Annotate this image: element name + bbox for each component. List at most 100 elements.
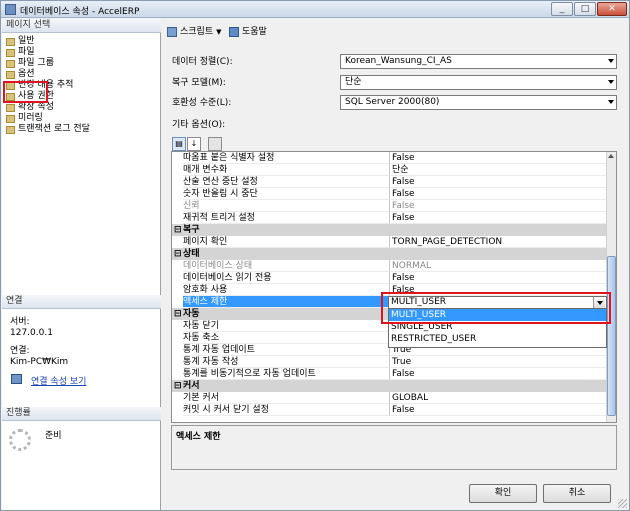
view-connection-properties-link[interactable]: 연결 속성 보기: [31, 374, 86, 387]
help-label: 도움말: [242, 27, 267, 37]
grid-row[interactable]: 신뢰 False: [172, 200, 606, 212]
server-value: 127.0.0.1: [10, 328, 53, 338]
property-name: 재귀적 트리거 설정: [183, 212, 389, 224]
collapse-icon[interactable]: ⊟: [174, 308, 182, 320]
property-value[interactable]: TORN_PAGE_DETECTION: [389, 236, 606, 248]
recovery-model-label: 복구 모델(M):: [172, 78, 226, 88]
page-item-label: 미러링: [18, 113, 43, 123]
property-value[interactable]: False: [389, 272, 606, 284]
page-item-mirroring[interactable]: 미러링: [6, 113, 43, 124]
property-name: 데이터베이스 상태: [183, 260, 389, 272]
category-row-state[interactable]: ⊟상태: [172, 248, 606, 260]
property-name: 통계 자동 작성: [183, 356, 389, 368]
collation-select[interactable]: Korean_Wansung_CI_AS: [340, 54, 617, 69]
grid-row[interactable]: 통계를 비동기적으로 자동 업데이트 False: [172, 368, 606, 380]
property-name: 암호화 사용: [183, 284, 389, 296]
property-value: NORMAL: [389, 260, 606, 272]
toolbar: 스크립트 ▼ 도움말: [162, 19, 629, 45]
page-item-options[interactable]: 옵션: [6, 69, 35, 80]
alphabetical-sort-button[interactable]: ↓: [187, 137, 201, 151]
page-item-filegroups[interactable]: 파일 그룹: [6, 58, 54, 69]
close-button[interactable]: ✕: [597, 2, 627, 16]
grid-row[interactable]: 페이지 확인 TORN_PAGE_DETECTION: [172, 236, 606, 248]
grid-scrollbar-thumb[interactable]: [607, 256, 616, 416]
collapse-icon[interactable]: ⊟: [174, 248, 182, 260]
property-value[interactable]: 단순: [389, 164, 606, 176]
property-value[interactable]: False: [389, 188, 606, 200]
page-item-general[interactable]: 일반: [6, 36, 35, 47]
page-item-log-shipping[interactable]: 트랜잭션 로그 전달: [6, 124, 90, 135]
property-name: 신뢰: [183, 200, 389, 212]
property-value[interactable]: False: [389, 152, 606, 164]
property-name: 기본 커서: [183, 392, 389, 404]
page-item-extended-properties[interactable]: 확장 속성: [6, 102, 54, 113]
page-icon: [6, 48, 15, 57]
property-value[interactable]: True: [389, 356, 606, 368]
connection-header: 연결: [2, 295, 161, 309]
grid-row[interactable]: 데이터베이스 읽기 전용 False: [172, 272, 606, 284]
page-item-label: 일반: [18, 36, 35, 46]
grid-row[interactable]: 매개 변수화 단순: [172, 164, 606, 176]
property-name: 통계를 비동기적으로 자동 업데이트: [183, 368, 389, 380]
collation-value: Korean_Wansung_CI_AS: [345, 56, 452, 66]
connection-value: Kim-PC₩Kim: [10, 357, 69, 367]
script-label: 스크립트: [180, 27, 214, 37]
maximize-button[interactable]: □: [574, 2, 596, 16]
script-button[interactable]: 스크립트 ▼: [167, 25, 222, 39]
property-name: 산술 연산 중단 설정: [183, 176, 389, 188]
category-label: 자동: [183, 309, 200, 319]
connection-properties-icon: [11, 374, 22, 384]
progress-status: 준비: [45, 431, 62, 441]
category-row-cursor[interactable]: ⊟커서: [172, 380, 606, 392]
compatibility-level-value: SQL Server 2000(80): [345, 97, 440, 107]
help-button[interactable]: 도움말: [229, 25, 267, 39]
property-value[interactable]: GLOBAL: [389, 392, 606, 404]
property-name: 데이터베이스 읽기 전용: [183, 272, 389, 284]
chevron-down-icon: [608, 80, 614, 84]
help-icon: [229, 27, 239, 37]
option-restricted-user[interactable]: RESTRICTED_USER: [389, 333, 606, 345]
ok-button[interactable]: 확인: [469, 484, 537, 503]
category-row-recovery[interactable]: ⊟복구: [172, 224, 606, 236]
grid-row[interactable]: 커밋 시 커서 닫기 설정 False: [172, 404, 606, 416]
grid-row[interactable]: 산술 연산 중단 설정 False: [172, 176, 606, 188]
chevron-down-icon: ▼: [216, 28, 222, 36]
property-name: 따옴표 붙은 식별자 설정: [183, 152, 389, 164]
collapse-icon[interactable]: ⊟: [174, 380, 182, 392]
property-value[interactable]: False: [389, 212, 606, 224]
property-value[interactable]: False: [389, 404, 606, 416]
collapse-icon[interactable]: ⊟: [174, 224, 182, 236]
minimize-button[interactable]: _: [551, 2, 573, 16]
categorized-view-button[interactable]: ▤: [172, 137, 186, 151]
page-icon: [6, 70, 15, 79]
collation-label: 데이터 정렬(C):: [172, 57, 233, 67]
cancel-button[interactable]: 취소: [543, 484, 611, 503]
property-grid[interactable]: 따옴표 붙은 식별자 설정 False 매개 변수화 단순 산술 연산 중단 설정 F…: [171, 151, 617, 423]
grid-row[interactable]: 데이터베이스 상태 NORMAL: [172, 260, 606, 272]
page-item-files[interactable]: 파일: [6, 47, 35, 58]
page-icon: [6, 59, 15, 68]
grid-row[interactable]: 재귀적 트리거 설정 False: [172, 212, 606, 224]
grid-row[interactable]: 따옴표 붙은 식별자 설정 False: [172, 152, 606, 164]
grid-row[interactable]: 통계 자동 작성 True: [172, 356, 606, 368]
page-icon: [6, 103, 15, 112]
property-value[interactable]: False: [389, 368, 606, 380]
property-pages-button[interactable]: [208, 137, 222, 151]
page-icon: [6, 125, 15, 134]
property-name: 숫자 반올림 시 중단: [183, 188, 389, 200]
grid-row[interactable]: 기본 커서 GLOBAL: [172, 392, 606, 404]
property-value[interactable]: False: [389, 176, 606, 188]
recovery-model-value: 단순: [345, 77, 362, 87]
script-icon: [167, 27, 177, 37]
dialog-window: 데이터베이스 속성 - AccelERP _ □ ✕ 페이지 선택 일반 파일 …: [0, 0, 630, 511]
resize-grip-icon[interactable]: [618, 499, 627, 508]
scroll-up-icon[interactable]: [608, 154, 614, 158]
page-item-label: 트랜잭션 로그 전달: [18, 124, 90, 134]
page-item-label: 확장 속성: [18, 102, 54, 112]
property-name: 자동 축소: [183, 332, 389, 344]
property-name: 페이지 확인: [183, 236, 389, 248]
compatibility-level-select[interactable]: SQL Server 2000(80): [340, 95, 617, 110]
recovery-model-select[interactable]: 단순: [340, 75, 617, 90]
grid-row[interactable]: 숫자 반올림 시 중단 False: [172, 188, 606, 200]
property-name: 자동 닫기: [183, 320, 389, 332]
